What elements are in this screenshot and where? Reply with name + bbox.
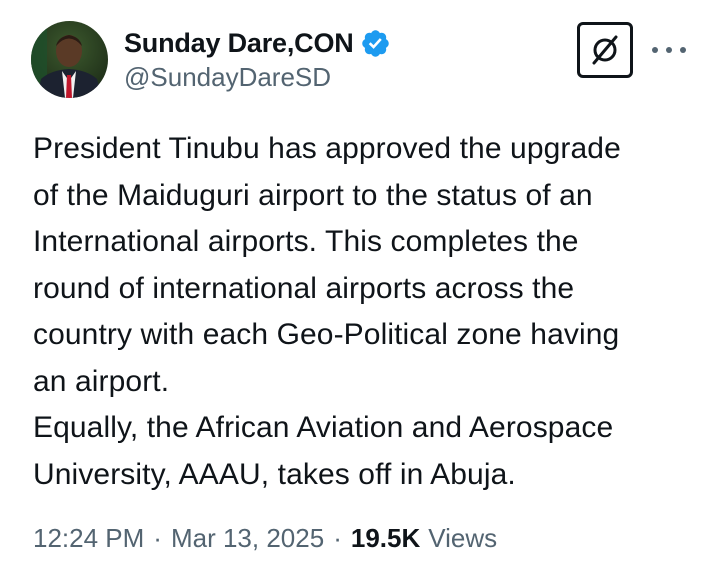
- meta-separator: ·: [153, 523, 162, 553]
- grok-button[interactable]: [577, 22, 633, 78]
- tweet-text-line: University, AAAU, takes off in Abuja.: [33, 457, 516, 491]
- author-name-row: Sunday Dare,CON: [124, 26, 391, 60]
- tweet-meta: 12:24 PM · Mar 13, 2025 · 19.5K Views: [33, 523, 497, 554]
- tweet-text-line: Equally, the African Aviation and Aerosp…: [33, 411, 614, 444]
- tweet-text-line: round of international airports across t…: [33, 271, 575, 305]
- meta-separator: ·: [333, 523, 342, 553]
- verified-badge-icon: [360, 28, 391, 59]
- views-count: 19.5K: [350, 523, 421, 553]
- tweet-text-line: of the Maiduguri airport to the status o…: [33, 178, 593, 212]
- tweet-text-line: country with each Geo-Political zone hav…: [33, 318, 620, 351]
- avatar-image: [31, 21, 108, 98]
- tweet-text-line: President Tinubu has approved the upgrad…: [33, 132, 621, 165]
- tweet-date[interactable]: Mar 13, 2025: [171, 523, 324, 554]
- display-name[interactable]: Sunday Dare,CON: [124, 28, 354, 59]
- avatar[interactable]: [31, 21, 108, 98]
- tweet-card: Sunday Dare,CON @SundayDareSD President …: [0, 0, 720, 584]
- more-options-button[interactable]: [652, 40, 686, 60]
- grok-icon: [592, 35, 618, 65]
- views-label: Views: [428, 523, 498, 553]
- tweet-text-line: an airport.: [33, 364, 170, 398]
- tweet-time[interactable]: 12:24 PM: [33, 523, 144, 554]
- tweet-text-line: International airports. This completes t…: [33, 225, 579, 258]
- author-handle[interactable]: @SundayDareSD: [124, 62, 331, 93]
- more-icon: [652, 47, 658, 53]
- tweet-text: President Tinubu has approved the upgrad…: [33, 126, 703, 498]
